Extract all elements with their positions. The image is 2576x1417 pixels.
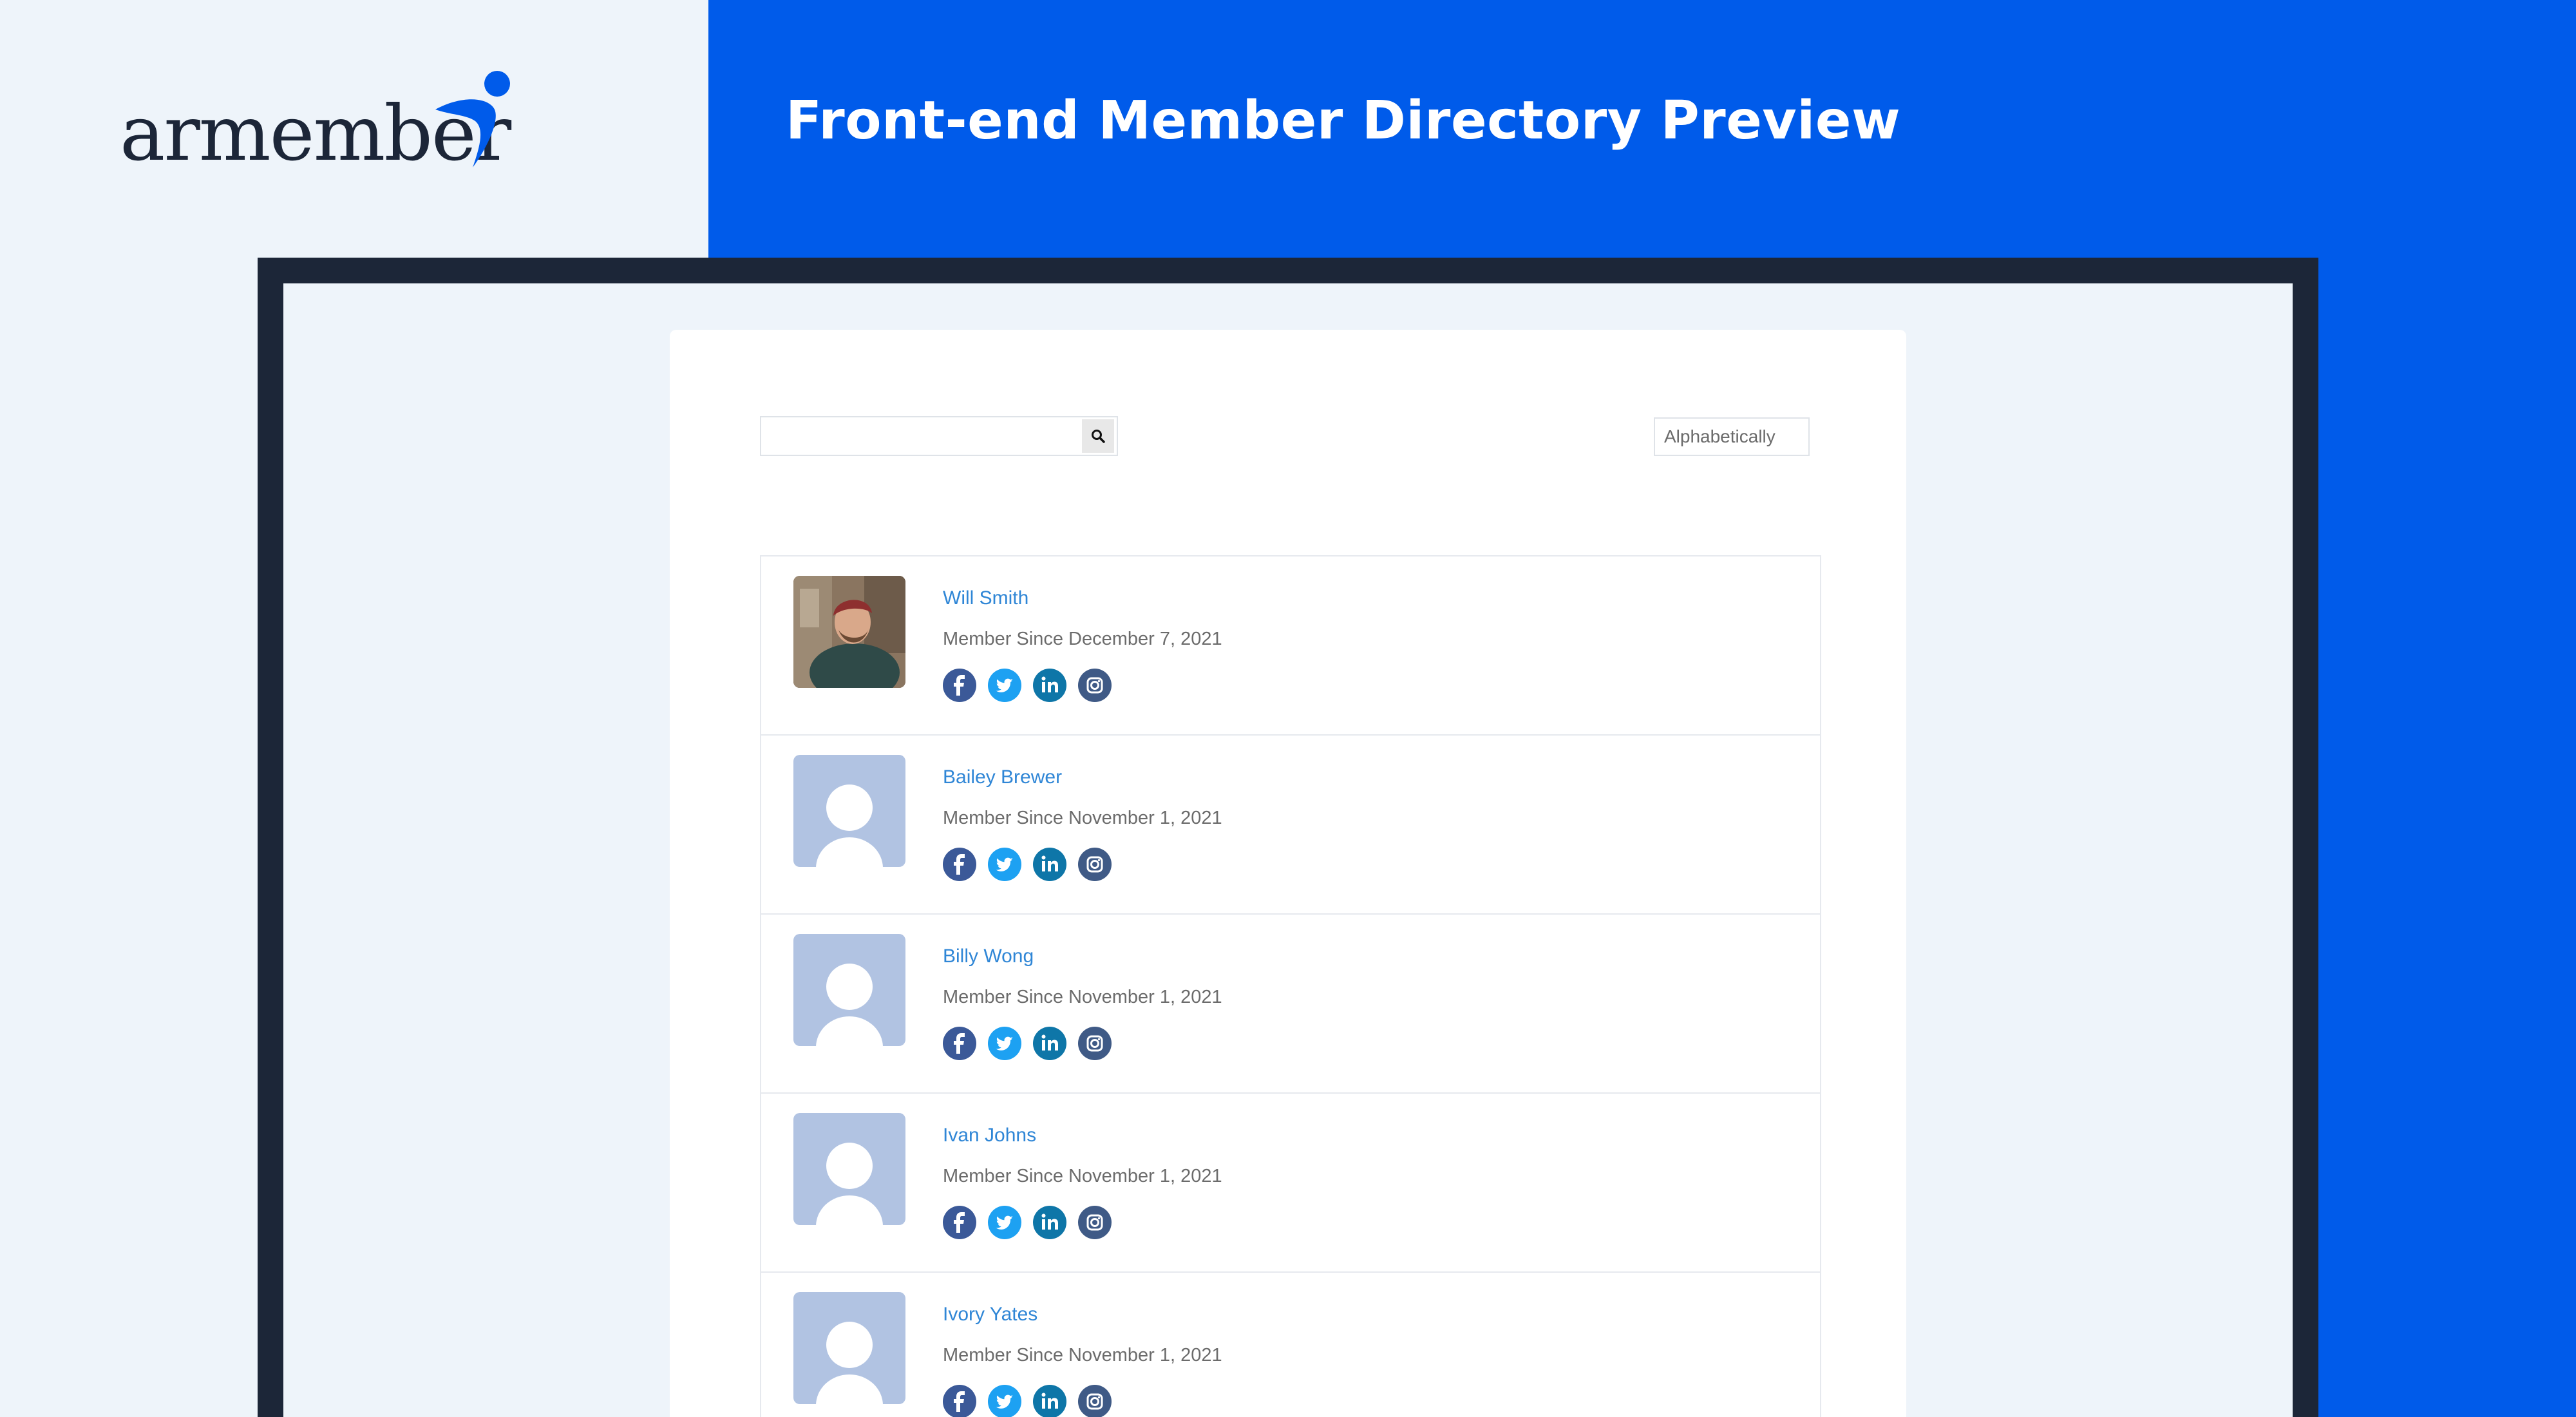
logo-swoosh-icon [435, 71, 510, 167]
member-name-link[interactable]: Billy Wong [943, 946, 1034, 967]
member-since: Member Since November 1, 2021 [943, 987, 1222, 1007]
twitter-icon[interactable] [988, 1206, 1021, 1239]
page-title: Front-end Member Directory Preview [786, 90, 1901, 151]
instagram-icon[interactable] [1078, 1027, 1112, 1060]
member-avatar[interactable] [793, 1113, 905, 1225]
default-avatar-icon [816, 1322, 883, 1404]
member-row: Bailey Brewer Member Since November 1, 2… [761, 736, 1820, 915]
search-box [760, 416, 1118, 456]
default-avatar-icon [816, 964, 883, 1046]
linkedin-icon[interactable] [1033, 669, 1066, 702]
search-input[interactable] [761, 417, 1082, 455]
twitter-icon[interactable] [988, 848, 1021, 881]
member-row: Ivory Yates Member Since November 1, 202… [761, 1273, 1820, 1417]
member-photo [793, 576, 905, 688]
social-links [943, 1027, 1112, 1060]
sort-select[interactable]: Alphabetically [1654, 417, 1810, 456]
instagram-icon[interactable] [1078, 669, 1112, 702]
facebook-icon[interactable] [943, 848, 976, 881]
member-name-link[interactable]: Bailey Brewer [943, 766, 1062, 788]
search-button[interactable] [1082, 419, 1114, 453]
social-links [943, 669, 1112, 702]
member-row: Billy Wong Member Since November 1, 2021 [761, 915, 1820, 1094]
sort-select-value: Alphabetically [1664, 426, 1776, 446]
facebook-icon[interactable] [943, 1385, 976, 1417]
facebook-icon[interactable] [943, 1206, 976, 1239]
instagram-icon[interactable] [1078, 1206, 1112, 1239]
linkedin-icon[interactable] [1033, 848, 1066, 881]
facebook-icon[interactable] [943, 669, 976, 702]
facebook-icon[interactable] [943, 1027, 976, 1060]
linkedin-icon[interactable] [1033, 1385, 1066, 1417]
member-avatar[interactable] [793, 576, 905, 688]
member-since: Member Since November 1, 2021 [943, 808, 1222, 828]
member-since: Member Since November 1, 2021 [943, 1345, 1222, 1365]
social-links [943, 1385, 1112, 1417]
member-avatar[interactable] [793, 755, 905, 867]
instagram-icon[interactable] [1078, 1385, 1112, 1417]
search-icon [1092, 430, 1105, 443]
member-name-link[interactable]: Ivory Yates [943, 1304, 1037, 1326]
member-name-link[interactable]: Will Smith [943, 587, 1028, 609]
linkedin-icon[interactable] [1033, 1206, 1066, 1239]
default-avatar-icon [816, 1143, 883, 1225]
member-row: Ivan Johns Member Since November 1, 2021 [761, 1094, 1820, 1273]
member-list: Will Smith Member Since December 7, 2021… [760, 555, 1821, 1417]
member-avatar[interactable] [793, 1292, 905, 1404]
member-row: Will Smith Member Since December 7, 2021 [761, 556, 1820, 736]
member-since: Member Since December 7, 2021 [943, 629, 1222, 649]
twitter-icon[interactable] [988, 669, 1021, 702]
armember-logo: armember [120, 70, 519, 179]
linkedin-icon[interactable] [1033, 1027, 1066, 1060]
member-name-link[interactable]: Ivan Johns [943, 1125, 1036, 1146]
member-since: Member Since November 1, 2021 [943, 1166, 1222, 1186]
twitter-icon[interactable] [988, 1027, 1021, 1060]
social-links [943, 848, 1112, 881]
social-links [943, 1206, 1112, 1239]
twitter-icon[interactable] [988, 1385, 1021, 1417]
member-avatar[interactable] [793, 934, 905, 1046]
default-avatar-icon [816, 785, 883, 867]
instagram-icon[interactable] [1078, 848, 1112, 881]
